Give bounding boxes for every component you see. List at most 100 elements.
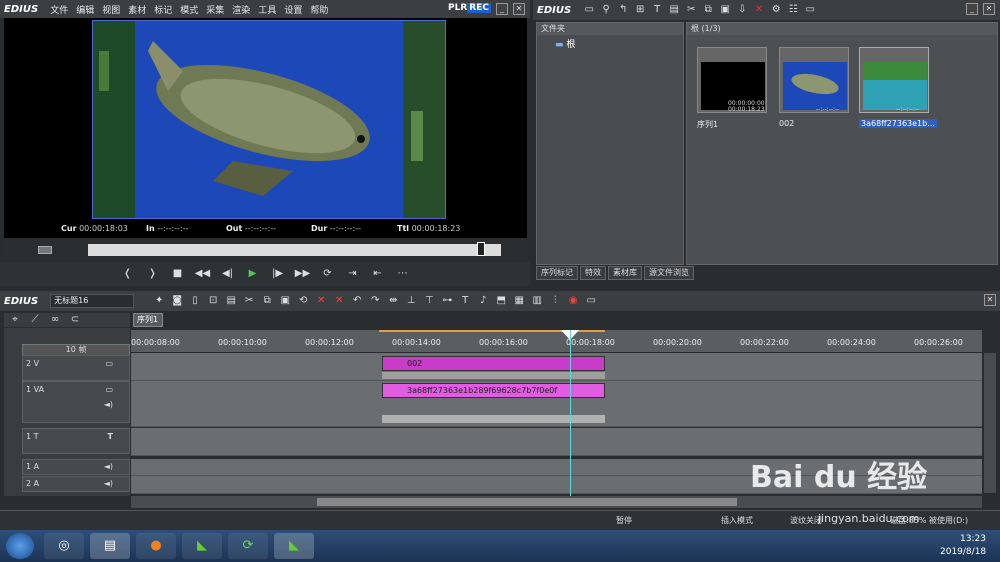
step-back-icon[interactable]: ◀| (218, 266, 238, 282)
position-track[interactable] (88, 244, 501, 256)
position-slider[interactable] (476, 242, 485, 256)
close-icon[interactable]: ✕ (513, 3, 525, 15)
timeline-ruler[interactable]: 00:00:08:00 00:00:10:00 00:00:12:00 00:0… (131, 330, 982, 352)
new-sequence-icon[interactable]: ▯ (188, 294, 202, 308)
menu-mode[interactable]: 模式 (176, 3, 202, 16)
menu-edit[interactable]: 编辑 (72, 3, 98, 16)
clip-thumb-sequence[interactable]: 00:00:00:00 00:00:18:23 (697, 47, 767, 113)
undo-icon[interactable]: ↶ (350, 294, 364, 308)
root-folder-item[interactable]: ▬ 根 (555, 37, 575, 50)
tab-bin[interactable]: 素材库 (608, 266, 642, 280)
play-icon[interactable]: ▶ (243, 266, 263, 282)
media-player-icon[interactable]: ◎ (44, 533, 84, 559)
menu-render[interactable]: 渲染 (228, 3, 254, 16)
ripple-delete-icon[interactable]: ✕ (332, 294, 346, 308)
clip-3a68[interactable]: 3a68ff27363e1b289f69628c7b7f0e0f (382, 383, 605, 398)
scrollbar-thumb[interactable] (317, 498, 737, 506)
shuttle-slider[interactable] (38, 246, 52, 254)
copy-icon[interactable]: ⧉ (701, 3, 715, 17)
scrub-bar[interactable] (4, 240, 527, 260)
mic-icon[interactable]: ♪ (476, 294, 490, 308)
layout-icon[interactable]: ▭ (584, 294, 598, 308)
open-icon[interactable]: ⊡ (206, 294, 220, 308)
zoom-value[interactable]: 10 帧 (66, 345, 87, 354)
paste-icon[interactable]: ▣ (718, 3, 732, 17)
project-name-field[interactable]: 无标题16 (50, 294, 135, 308)
track-header-2v[interactable]: 2 V ▭ (22, 355, 130, 381)
bin-minimize-icon[interactable]: _ (966, 3, 978, 15)
new-project-icon[interactable]: ✦ (152, 294, 166, 308)
menu-settings[interactable]: 设置 (280, 3, 306, 16)
properties-icon[interactable]: ⚙ (769, 3, 783, 17)
plr-rec-switch[interactable]: PLR REC (448, 3, 491, 13)
tab-source-browser[interactable]: 源文件浏览 (644, 266, 694, 280)
menu-marker[interactable]: 标记 (150, 3, 176, 16)
clip-thumb-3a68[interactable]: --:--:--:-- (859, 47, 929, 113)
mode-icon-1[interactable]: ⌖ (8, 313, 22, 327)
clock-time[interactable]: 13:23 (960, 534, 986, 544)
timeline-close-icon[interactable]: ✕ (984, 294, 996, 306)
bin-close-icon[interactable]: ✕ (983, 3, 995, 15)
bin-menu-icon[interactable]: ▭ (803, 3, 817, 17)
tab-sequence-marker[interactable]: 序列标记 (536, 266, 578, 280)
set-in-icon[interactable]: ❬ (118, 266, 138, 282)
delete-clip-icon[interactable]: ✕ (314, 294, 328, 308)
export-icon[interactable]: ⬒ (494, 294, 508, 308)
plr-label[interactable]: PLR (448, 3, 467, 13)
render-icon[interactable]: ▦ (512, 294, 526, 308)
insert-to-timeline-icon[interactable]: ⇥ (343, 266, 363, 282)
timeline-cut-icon[interactable]: ✂ (242, 294, 256, 308)
menu-capture[interactable]: 采集 (202, 3, 228, 16)
mode-icon-4[interactable]: ⊂ (68, 313, 82, 327)
multicam-icon[interactable]: ▥ (530, 294, 544, 308)
timeline-scrollbar[interactable] (131, 496, 982, 508)
folder-icon[interactable]: ▭ (582, 3, 596, 17)
edius-app-icon[interactable]: ◣ (182, 533, 222, 559)
track-header-1a[interactable]: 1 A ◄) (22, 459, 130, 475)
more-tools-icon[interactable]: ⋯ (393, 266, 413, 282)
clock-date[interactable]: 2019/8/18 (940, 547, 986, 557)
video-toggle-icon[interactable]: ▭ (105, 359, 113, 368)
root-folder-label[interactable]: 根 (566, 40, 575, 50)
speaker-icon[interactable]: ◄) (104, 479, 113, 488)
link-icon[interactable]: ⊶ (440, 294, 454, 308)
add-marker-icon[interactable]: ⊤ (422, 294, 436, 308)
start-button-icon[interactable] (6, 533, 34, 559)
file-explorer-icon[interactable]: ▤ (90, 533, 130, 559)
title-icon[interactable]: T (650, 3, 664, 17)
lane-2v[interactable]: 002 (131, 353, 982, 381)
fast-forward-icon[interactable]: ▶▶ (293, 266, 313, 282)
refresh-app-icon[interactable]: ⟳ (228, 533, 268, 559)
step-forward-icon[interactable]: |▶ (268, 266, 288, 282)
delete-icon[interactable]: ✕ (752, 3, 766, 17)
set-out-icon[interactable]: ❭ (143, 266, 163, 282)
rewind-icon[interactable]: ◀◀ (193, 266, 213, 282)
menu-help[interactable]: 帮助 (306, 3, 332, 16)
up-folder-icon[interactable]: ↰ (616, 3, 630, 17)
menu-file[interactable]: 文件 (46, 3, 72, 16)
track-header-1va[interactable]: 1 VA ▭ ◄) (22, 381, 130, 423)
speaker-icon[interactable]: ◄) (104, 400, 113, 409)
loop-icon[interactable]: ⟳ (318, 266, 338, 282)
video-toggle-icon[interactable]: ▭ (105, 385, 113, 394)
edius-active-icon[interactable]: ◣ (274, 533, 314, 559)
overwrite-to-timeline-icon[interactable]: ⇤ (368, 266, 388, 282)
vertical-scrollbar[interactable] (984, 353, 996, 493)
cut-icon[interactable]: ✂ (684, 3, 698, 17)
add-clip-icon[interactable]: ⊞ (633, 3, 647, 17)
rec-label[interactable]: REC (467, 3, 491, 13)
save-icon[interactable]: ▤ (224, 294, 238, 308)
replace-icon[interactable]: ⟲ (296, 294, 310, 308)
timeline-copy-icon[interactable]: ⧉ (260, 294, 274, 308)
minimize-icon[interactable]: _ (496, 3, 508, 15)
clip-002[interactable]: 002 (382, 356, 605, 371)
view-mode-icon[interactable]: ☷ (786, 3, 800, 17)
title-track-icon[interactable]: T (108, 432, 113, 441)
tab-effects[interactable]: 特效 (580, 266, 606, 280)
add-to-timeline-icon[interactable]: ⇩ (735, 3, 749, 17)
menu-view[interactable]: 视图 (98, 3, 124, 16)
lane-1va[interactable]: 3a68ff27363e1b289f69628c7b7f0e0f (131, 381, 982, 427)
redo-icon[interactable]: ↷ (368, 294, 382, 308)
menu-clip[interactable]: 素材 (124, 3, 150, 16)
clip-3a68-audio[interactable] (382, 415, 605, 423)
